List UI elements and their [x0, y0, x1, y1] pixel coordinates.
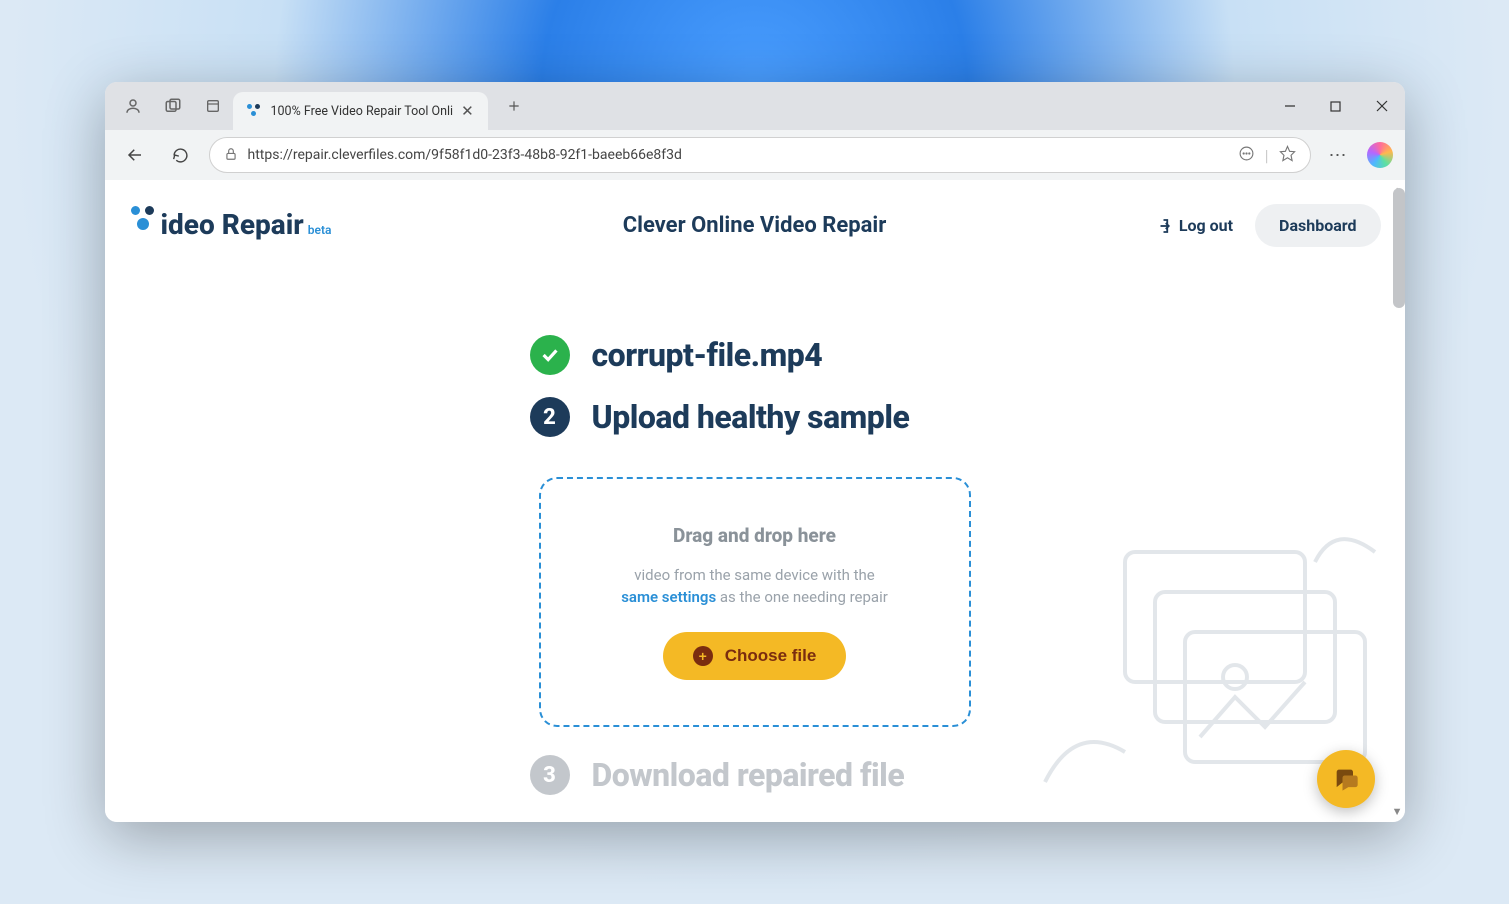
workspaces-icon[interactable]	[153, 86, 193, 126]
upload-dropzone[interactable]: Drag and drop here video from the same d…	[539, 477, 971, 727]
back-button[interactable]	[117, 137, 153, 173]
choose-file-button[interactable]: + Choose file	[663, 632, 847, 680]
page-viewport: ▲ ▼ ideo Repair	[105, 180, 1405, 822]
browser-window: 100% Free Video Repair Tool Onli ✕ https…	[105, 82, 1405, 822]
close-tab-icon[interactable]: ✕	[461, 102, 474, 120]
window-controls	[1267, 86, 1405, 126]
address-bar: https://repair.cleverfiles.com/9f58f1d0-…	[105, 130, 1405, 180]
chat-icon	[1332, 765, 1360, 793]
page-title: Clever Online Video Repair	[623, 213, 887, 238]
logo-mark-icon	[129, 204, 159, 234]
refresh-button[interactable]	[163, 137, 199, 173]
browser-tab[interactable]: 100% Free Video Repair Tool Onli ✕	[233, 92, 488, 130]
dashboard-button[interactable]: Dashboard	[1255, 204, 1380, 247]
step-2-row: 2 Upload healthy sample	[530, 397, 980, 437]
browser-titlebar: 100% Free Video Repair Tool Onli ✕	[105, 82, 1405, 130]
step-3-badge: 3	[530, 755, 570, 795]
settings-menu-button[interactable]: ⋯	[1321, 137, 1357, 173]
url-input[interactable]: https://repair.cleverfiles.com/9f58f1d0-…	[209, 137, 1311, 173]
maximize-button[interactable]	[1313, 86, 1359, 126]
page-info-icon[interactable]	[1238, 145, 1255, 166]
same-settings-link[interactable]: same settings	[621, 588, 716, 606]
step-1-filename: corrupt-file.mp4	[592, 336, 823, 374]
url-text: https://repair.cleverfiles.com/9f58f1d0-…	[248, 147, 1228, 163]
choose-file-label: Choose file	[725, 646, 817, 666]
tab-title: 100% Free Video Repair Tool Onli	[271, 104, 454, 119]
app-header: ideo Repair beta Clever Online Video Rep…	[105, 180, 1405, 265]
logo-text: ideo Repair	[161, 208, 304, 241]
lock-icon	[224, 146, 238, 165]
dropzone-sub-before: video from the same device with the	[634, 566, 874, 584]
dropzone-subtitle: video from the same device with the same…	[621, 565, 888, 609]
close-window-button[interactable]	[1359, 86, 1405, 126]
profile-icon[interactable]	[113, 86, 153, 126]
app-logo[interactable]: ideo Repair beta	[129, 204, 332, 247]
check-icon	[530, 335, 570, 375]
favorite-icon[interactable]	[1279, 145, 1296, 166]
logout-link[interactable]: Log out	[1153, 216, 1233, 235]
new-tab-button[interactable]	[494, 86, 534, 126]
favicon-icon	[247, 103, 263, 119]
logout-icon	[1153, 217, 1171, 235]
step-2-badge: 2	[530, 397, 570, 437]
main-content: corrupt-file.mp4 2 Upload healthy sample…	[105, 265, 1405, 817]
dropzone-title: Drag and drop here	[673, 524, 836, 547]
copilot-icon[interactable]	[1367, 142, 1393, 168]
step-3-row: 3 Download repaired file	[530, 755, 980, 795]
chat-fab[interactable]	[1317, 750, 1375, 808]
minimize-button[interactable]	[1267, 86, 1313, 126]
dashboard-label: Dashboard	[1279, 216, 1356, 235]
step-3-title: Download repaired file	[592, 756, 905, 794]
tab-actions-icon[interactable]	[193, 86, 233, 126]
step-1-row: corrupt-file.mp4	[530, 335, 980, 375]
logo-beta-badge: beta	[308, 223, 332, 237]
step-2-title: Upload healthy sample	[592, 398, 910, 436]
plus-icon: +	[693, 646, 713, 666]
logout-label: Log out	[1179, 216, 1233, 235]
dropzone-sub-after: as the one needing repair	[716, 588, 888, 606]
